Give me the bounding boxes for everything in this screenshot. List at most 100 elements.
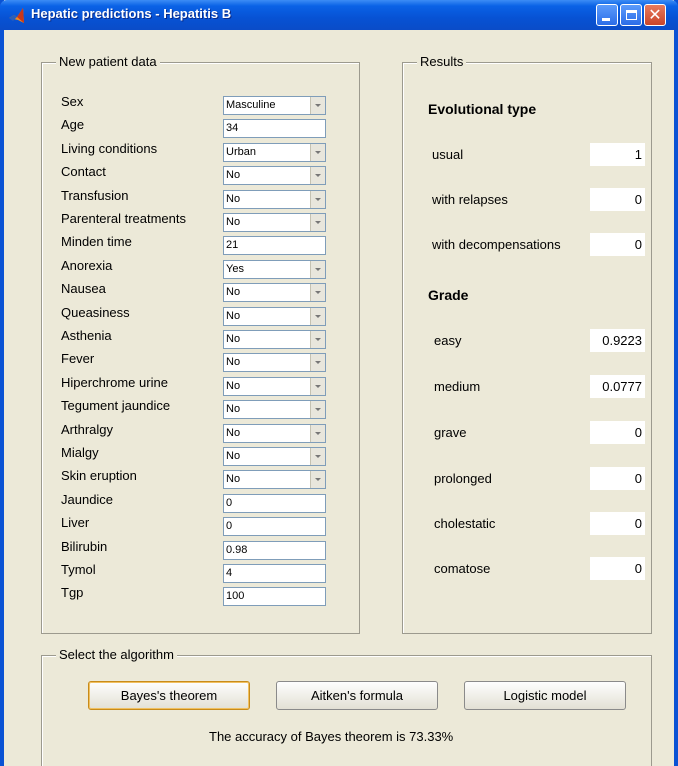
label-contact: Contact bbox=[61, 164, 106, 180]
grade-value-prolonged: 0 bbox=[590, 467, 645, 490]
chevron-down-icon[interactable] bbox=[310, 424, 325, 442]
chevron-down-icon[interactable] bbox=[310, 471, 325, 489]
label-minden-time: Minden time bbox=[61, 234, 132, 250]
label-transfusion: Transfusion bbox=[61, 187, 129, 203]
matlab-logo-icon bbox=[9, 8, 24, 23]
algorithm-panel: Select the algorithm bbox=[41, 647, 652, 766]
grade-value-comatose: 0 bbox=[590, 557, 645, 580]
anorexia-selected-value: Yes bbox=[226, 262, 244, 275]
label-queasiness: Queasiness bbox=[61, 304, 130, 320]
label-tegument-jaundice: Tegument jaundice bbox=[61, 398, 171, 414]
grade-label-cholestatic: cholestatic bbox=[434, 516, 496, 531]
chevron-down-icon[interactable] bbox=[310, 214, 325, 231]
aitken-formula-button[interactable]: Aitken's formula bbox=[276, 681, 438, 710]
hiperchrome-urine-dropdown[interactable]: No bbox=[223, 376, 326, 396]
label-living-conditions: Living conditions bbox=[61, 140, 158, 156]
grade-value-medium: 0.0777 bbox=[590, 375, 645, 398]
sex-dropdown[interactable]: Masculine bbox=[223, 96, 326, 115]
logistic-model-button[interactable]: Logistic model bbox=[464, 681, 626, 710]
liver-input[interactable]: 0 bbox=[223, 517, 326, 537]
label-skin-eruption: Skin eruption bbox=[61, 468, 137, 484]
chevron-down-icon[interactable] bbox=[310, 260, 325, 278]
mialgy-dropdown[interactable]: No bbox=[223, 447, 326, 466]
bilirubin-input[interactable]: 0.98 bbox=[223, 540, 326, 560]
arthralgy-selected-value: No bbox=[226, 426, 241, 439]
maximize-button[interactable] bbox=[620, 4, 642, 26]
grade-label-easy: easy bbox=[434, 333, 462, 348]
contact-dropdown[interactable]: No bbox=[223, 166, 326, 186]
grade-value-cholestatic: 0 bbox=[590, 512, 645, 535]
age-input[interactable]: 34 bbox=[223, 119, 326, 139]
label-anorexia: Anorexia bbox=[61, 257, 113, 273]
grade-value-easy: 0.9223 bbox=[590, 329, 645, 352]
label-tymol: Tymol bbox=[61, 562, 96, 577]
evolutional-value-with-decompensations: 0 bbox=[590, 233, 645, 256]
chevron-down-icon[interactable] bbox=[310, 448, 325, 465]
label-bilirubin: Bilirubin bbox=[61, 538, 108, 554]
chevron-down-icon[interactable] bbox=[310, 354, 325, 372]
chevron-down-icon[interactable] bbox=[310, 401, 325, 419]
panel-title-patient: New patient data bbox=[56, 54, 160, 69]
label-fever: Fever bbox=[61, 351, 95, 367]
asthenia-dropdown[interactable]: No bbox=[223, 330, 326, 349]
close-icon: ✕ bbox=[648, 5, 662, 24]
label-asthenia: Asthenia bbox=[61, 328, 112, 343]
queasiness-dropdown[interactable]: No bbox=[223, 306, 326, 326]
maximize-icon bbox=[626, 10, 637, 20]
living-conditions-dropdown[interactable]: Urban bbox=[223, 142, 326, 162]
label-tgp: Tgp bbox=[61, 585, 84, 601]
accuracy-status-text: The accuracy of Bayes theorem is 73.33% bbox=[209, 729, 454, 744]
title-bar[interactable]: Hepatic predictions - Hepatitis B ✕ bbox=[0, 0, 678, 30]
window-title: Hepatic predictions - Hepatitis B bbox=[31, 6, 232, 21]
transfusion-dropdown[interactable]: No bbox=[223, 189, 326, 209]
label-age: Age bbox=[61, 117, 85, 133]
queasiness-selected-value: No bbox=[226, 309, 241, 322]
jaundice-input[interactable]: 0 bbox=[223, 493, 326, 513]
nausea-dropdown[interactable]: No bbox=[223, 283, 326, 303]
chevron-down-icon[interactable] bbox=[310, 331, 325, 348]
nausea-selected-value: No bbox=[226, 286, 241, 299]
chevron-down-icon[interactable] bbox=[310, 190, 325, 208]
grade-label-medium: medium bbox=[434, 379, 481, 394]
chevron-down-icon[interactable] bbox=[310, 97, 325, 114]
evolutional-value-with-relapses: 0 bbox=[590, 188, 645, 211]
tymol-input[interactable]: 4 bbox=[223, 564, 326, 583]
panel-title-results: Results bbox=[417, 54, 467, 69]
label-parenteral-treatments: Parenteral treatments bbox=[61, 211, 187, 226]
skin-eruption-dropdown[interactable]: No bbox=[223, 470, 326, 490]
evolutional-label-usual: usual bbox=[432, 147, 464, 162]
label-nausea: Nausea bbox=[61, 281, 106, 297]
transfusion-selected-value: No bbox=[226, 192, 241, 205]
panel-title-algorithm: Select the algorithm bbox=[56, 647, 177, 662]
minimize-button[interactable] bbox=[596, 4, 618, 26]
living-conditions-selected-value: Urban bbox=[226, 145, 256, 158]
grade-label-comatose: comatose bbox=[434, 561, 491, 576]
chevron-down-icon[interactable] bbox=[310, 377, 325, 395]
hiperchrome-urine-selected-value: No bbox=[226, 379, 241, 392]
tegument-jaundice-dropdown[interactable]: No bbox=[223, 400, 326, 420]
arthralgy-dropdown[interactable]: No bbox=[223, 423, 326, 443]
label-mialgy: Mialgy bbox=[61, 445, 99, 460]
bayes-theorem-button[interactable]: Bayes's theorem bbox=[88, 681, 250, 710]
chevron-down-icon[interactable] bbox=[310, 167, 325, 185]
minden-time-input[interactable]: 21 bbox=[223, 236, 326, 256]
evolutional-type-heading: Evolutional type bbox=[428, 101, 537, 117]
skin-eruption-selected-value: No bbox=[226, 473, 241, 486]
label-jaundice: Jaundice bbox=[61, 491, 114, 507]
close-button[interactable]: ✕ bbox=[644, 4, 666, 26]
parenteral-treatments-dropdown[interactable]: No bbox=[223, 213, 326, 232]
fever-dropdown[interactable]: No bbox=[223, 353, 326, 373]
chevron-down-icon[interactable] bbox=[310, 143, 325, 161]
label-hiperchrome-urine: Hiperchrome urine bbox=[61, 374, 168, 390]
label-sex: Sex bbox=[61, 94, 84, 109]
mialgy-selected-value: No bbox=[226, 450, 241, 462]
grade-heading: Grade bbox=[428, 287, 469, 303]
parenteral-treatments-selected-value: No bbox=[226, 216, 241, 228]
chevron-down-icon[interactable] bbox=[310, 307, 325, 325]
sex-selected-value: Masculine bbox=[226, 99, 276, 111]
grade-label-prolonged: prolonged bbox=[434, 471, 492, 486]
tgp-input[interactable]: 100 bbox=[223, 587, 326, 607]
grade-label-grave: grave bbox=[434, 425, 467, 440]
chevron-down-icon[interactable] bbox=[310, 284, 325, 302]
anorexia-dropdown[interactable]: Yes bbox=[223, 259, 326, 279]
